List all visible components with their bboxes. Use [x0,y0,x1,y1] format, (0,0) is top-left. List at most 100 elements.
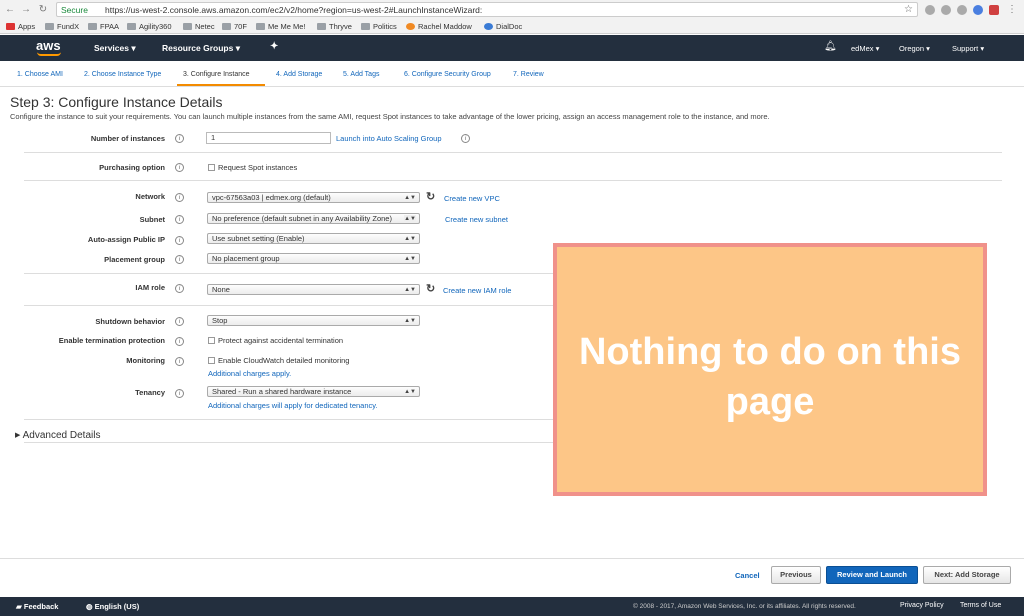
tenancy-charges-link[interactable]: Additional charges will apply for dedica… [208,401,378,410]
tenancy-select[interactable]: Shared - Run a shared hardware instance ▲… [207,386,420,397]
termination-protection-label: Enable termination protection [58,336,165,345]
account-menu[interactable]: edMex ▾ [851,44,879,53]
extension-icon[interactable] [957,5,967,15]
info-icon[interactable]: i [175,215,184,224]
support-menu[interactable]: Support ▾ [952,44,984,53]
step-choose-instance-type[interactable]: 2. Choose Instance Type [84,71,161,78]
extension-icon[interactable] [925,5,935,15]
feedback-link[interactable]: ▰ Feedback [16,602,58,611]
info-icon[interactable]: i [461,134,470,143]
url-bar[interactable]: Secure https://us-west-2.console.aws.ama… [56,2,918,17]
aws-logo[interactable]: aws [36,38,61,53]
bookmark-item[interactable]: FundX [45,22,79,31]
auto-scaling-link[interactable]: Launch into Auto Scaling Group [336,134,442,143]
url-text: https://us-west-2.console.aws.amazon.com… [105,5,483,15]
nbc-icon [406,23,415,30]
num-instances-input[interactable]: 1 [206,132,331,144]
folder-icon [127,23,136,30]
create-subnet-link[interactable]: Create new subnet [445,215,508,224]
extension-icon[interactable] [973,5,983,15]
info-icon[interactable]: i [175,284,184,293]
speech-bubble-icon: ▰ [16,602,22,611]
network-select[interactable]: vpc-67563a03 | edmex.org (default) ▲▼ [207,192,420,203]
reload-icon[interactable]: ↻ [37,4,49,16]
bookmark-item[interactable]: Netec [183,22,215,31]
termination-protection-checkbox[interactable] [208,337,215,344]
bookmark-item[interactable]: Thryve [317,22,352,31]
num-instances-label: Number of instances [90,134,165,143]
spot-instances-checkbox[interactable] [208,164,215,171]
next-add-storage-button[interactable]: Next: Add Storage [923,566,1011,584]
info-icon[interactable]: i [175,357,184,366]
bookmark-item[interactable]: Agility360 [127,22,172,31]
back-icon[interactable]: ← [4,4,16,16]
aws-top-nav: aws Services ▾ Resource Groups ▾ ✦ 🔔︎ ed… [0,35,1024,61]
refresh-icon[interactable]: ↻ [426,190,435,203]
cancel-button[interactable]: Cancel [735,571,760,580]
folder-icon [88,23,97,30]
bell-icon[interactable]: 🔔︎ [824,41,837,52]
dialdoc-icon [484,23,493,30]
previous-button[interactable]: Previous [771,566,821,584]
step-choose-ami[interactable]: 1. Choose AMI [17,71,63,78]
info-icon[interactable]: i [175,134,184,143]
page-title: Step 3: Configure Instance Details [10,94,223,110]
resource-groups-menu[interactable]: Resource Groups ▾ [162,43,240,54]
select-caret-icon: ▲▼ [404,389,416,395]
refresh-icon[interactable]: ↻ [426,282,435,295]
subnet-select[interactable]: No preference (default subnet in any Ava… [207,213,420,224]
info-icon[interactable]: i [175,337,184,346]
create-iam-role-link[interactable]: Create new IAM role [443,286,511,295]
step-review[interactable]: 7. Review [513,71,544,78]
terms-of-use-link[interactable]: Terms of Use [960,602,1001,609]
folder-icon [183,23,192,30]
bookmark-apps[interactable]: Apps [6,22,35,31]
bookmark-item[interactable]: Me Me Me! [256,22,306,31]
bookmark-item[interactable]: DialDoc [484,22,522,31]
info-icon[interactable]: i [175,389,184,398]
public-ip-select[interactable]: Use subnet setting (Enable) ▲▼ [207,233,420,244]
info-icon[interactable]: i [175,236,184,245]
divider [24,152,1002,153]
star-icon[interactable]: ☆ [904,4,913,15]
monitoring-checkbox[interactable] [208,357,215,364]
language-selector[interactable]: ◍ English (US) [86,602,139,611]
step-configure-instance[interactable]: 3. Configure Instance [183,71,250,78]
menu-icon[interactable]: ⋮ [1006,4,1018,16]
extension-icon[interactable] [989,5,999,15]
bookmark-item[interactable]: FPAA [88,22,119,31]
extension-icon[interactable] [941,5,951,15]
folder-icon [45,23,54,30]
info-icon[interactable]: i [175,317,184,326]
forward-icon[interactable]: → [20,4,32,16]
info-icon[interactable]: i [175,255,184,264]
step-configure-security-group[interactable]: 6. Configure Security Group [404,71,491,78]
secure-label: Secure [61,5,88,15]
iam-role-select[interactable]: None ▲▼ [207,284,420,295]
monitoring-label: Monitoring [126,356,165,365]
review-and-launch-button[interactable]: Review and Launch [826,566,918,584]
create-vpc-link[interactable]: Create new VPC [444,194,500,203]
advanced-details-toggle[interactable]: ▶ Advanced Details [15,430,100,441]
region-menu[interactable]: Oregon ▾ [899,44,930,53]
folder-icon [361,23,370,30]
bookmark-item[interactable]: 70F [222,22,247,31]
step-add-tags[interactable]: 5. Add Tags [343,71,379,78]
wizard-steps: 1. Choose AMI 2. Choose Instance Type 3.… [0,61,1024,87]
pin-icon[interactable]: ✦ [270,41,278,52]
info-icon[interactable]: i [175,193,184,202]
shutdown-behavior-select[interactable]: Stop ▲▼ [207,315,420,326]
bookmark-item[interactable]: Rachel Maddow [406,22,472,31]
select-caret-icon: ▲▼ [404,256,416,262]
select-caret-icon: ▲▼ [404,318,416,324]
privacy-policy-link[interactable]: Privacy Policy [900,602,944,609]
monitoring-charges-link[interactable]: Additional charges apply. [208,369,291,378]
select-caret-icon: ▲▼ [404,236,416,242]
step-add-storage[interactable]: 4. Add Storage [276,71,322,78]
console-footer: ▰ Feedback ◍ English (US) © 2008 - 2017,… [0,597,1024,616]
services-menu[interactable]: Services ▾ [94,43,136,54]
placement-group-select[interactable]: No placement group ▲▼ [207,253,420,264]
network-label: Network [135,192,165,201]
bookmark-item[interactable]: Politics [361,22,397,31]
info-icon[interactable]: i [175,163,184,172]
